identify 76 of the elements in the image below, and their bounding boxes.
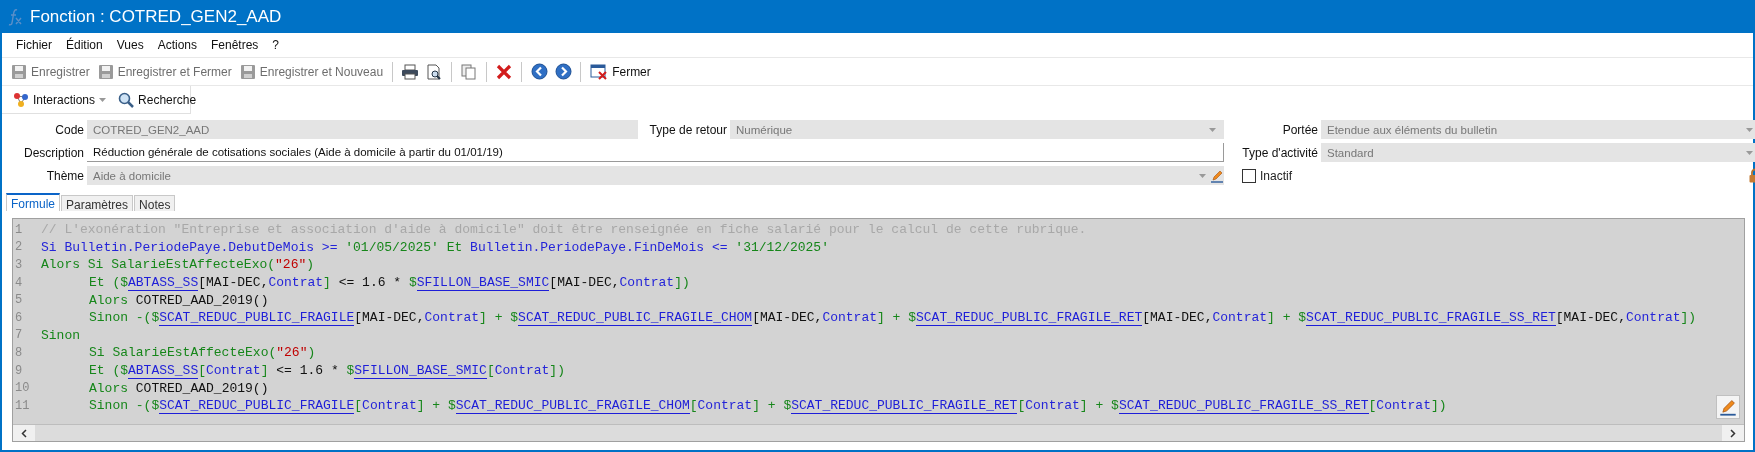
- scroll-right-button[interactable]: [1722, 425, 1744, 441]
- floppy-icon: [239, 63, 256, 80]
- line-number: 8: [14, 345, 24, 360]
- code-editor[interactable]: [13, 219, 1744, 424]
- tab[interactable]: Paramètres: [61, 195, 134, 211]
- function-icon: [8, 7, 24, 26]
- code-line: Sinon: [40, 327, 80, 343]
- preview-icon: [426, 63, 443, 80]
- activity-type-dropdown[interactable]: Standard: [1321, 143, 1755, 162]
- menu-item[interactable]: Édition: [60, 36, 111, 54]
- arrow-left-icon: [530, 63, 548, 80]
- line-number: 4: [14, 275, 24, 290]
- scope-dropdown[interactable]: Etendue aux éléments du bulletin: [1321, 120, 1755, 139]
- chevron-left-icon: [21, 428, 27, 438]
- floppy-icon: [97, 63, 114, 80]
- edit-button[interactable]: [1716, 395, 1740, 419]
- close-button[interactable]: Fermer: [587, 60, 654, 83]
- dropdown-caret-icon: [1746, 150, 1753, 155]
- caret-icon: [99, 97, 107, 102]
- line-number: 1: [14, 222, 24, 237]
- menu-item[interactable]: Actions: [151, 36, 205, 54]
- line-number: 10: [14, 381, 31, 396]
- line-number: 9: [14, 363, 24, 378]
- floppy-icon: [11, 63, 27, 80]
- dropdown-caret-icon: [1209, 127, 1216, 132]
- pencil-icon: [1719, 398, 1737, 416]
- line-number: 7: [14, 328, 24, 343]
- window-title: Fonction : COTRED_GEN2_AAD: [30, 6, 282, 27]
- field-label: Portée: [1281, 122, 1318, 137]
- tab[interactable]: Formule: [6, 193, 60, 211]
- menu-item[interactable]: ?: [266, 36, 288, 54]
- next-button[interactable]: [552, 60, 575, 83]
- line-number: 2: [14, 240, 24, 255]
- tab[interactable]: Notes: [134, 195, 176, 211]
- checkbox-label: Inactif: [1260, 168, 1293, 183]
- search-button[interactable]: Recherche: [115, 88, 200, 111]
- copy-icon: [461, 63, 478, 80]
- code-line: Et ($ABTASS_SS[MAI-DEC,Contrat] <= 1.6 * $SFILLON_BASE_SMIC[MAI-DEC,Contrat]): [88, 275, 690, 291]
- code-field[interactable]: COTRED_GEN2_AAD: [87, 120, 638, 139]
- return-type-dropdown[interactable]: Numérique: [730, 120, 1224, 139]
- previous-button[interactable]: [528, 60, 551, 83]
- code-line: Alors COTRED_AAD_2019(): [88, 292, 269, 308]
- line-number: 6: [14, 310, 24, 325]
- field-label: Thème: [45, 168, 84, 183]
- field-label: Code: [54, 122, 84, 137]
- line-number: 11: [14, 398, 31, 413]
- description-field[interactable]: Réduction générale de cotisations sociales (Aide à domicile à partir du 01/01/19): [87, 143, 1224, 162]
- line-number: 5: [14, 293, 24, 308]
- code-line: Si Bulletin.PeriodePaye.DebutDeMois >= '01/05/2025' Et Bulletin.PeriodePaye.FinDeMois <= '31/12/2025': [40, 239, 829, 255]
- theme-dropdown[interactable]: Aide à domicile: [87, 166, 1224, 185]
- nodes-icon: [13, 91, 29, 108]
- chevron-right-icon: [1730, 428, 1736, 438]
- field-label: Type d'activité: [1242, 145, 1318, 160]
- code-line: Sinon -($SCAT_REDUC_PUBLIC_FRAGILE[Contrat] + $SCAT_REDUC_PUBLIC_FRAGILE_CHOM[Contrat] + $SCAT_REDUC_PUBLIC_FRAGILE_RET[Contrat] + $SCAT_REDUC_PUBLIC_FRAGILE_SS_RET[Contrat]): [88, 398, 1447, 414]
- field-label: Description: [22, 145, 84, 160]
- close-icon: [496, 63, 513, 80]
- code-line: Alors COTRED_AAD_2019(): [88, 380, 269, 396]
- code-line: Et ($ABTASS_SS[Contrat] <= 1.6 * $SFILLON_BASE_SMIC[Contrat]): [88, 363, 565, 379]
- window-close-icon: [590, 63, 609, 80]
- search-icon: [118, 91, 135, 108]
- interactions-button[interactable]: Interactions: [10, 88, 110, 111]
- code-line: Sinon -($SCAT_REDUC_PUBLIC_FRAGILE[MAI-DEC,Contrat] + $SCAT_REDUC_PUBLIC_FRAGILE_CHOM[MAI-DEC,Contrat] + $SCAT_REDUC_PUBLIC_FRAGILE_RET[MAI-DEC,Contrat] + $SCAT_REDUC_PUBLIC_FRAGILE_SS_RET[MAI-DEC,Contrat]): [88, 310, 1697, 326]
- field-label: Type de retour: [648, 122, 727, 137]
- scroll-left-button[interactable]: [13, 425, 35, 441]
- menu-item[interactable]: Fichier: [10, 36, 60, 54]
- dropdown-caret-icon: [1199, 173, 1206, 178]
- code-line: Si SalarieEstAffecteExo("26"): [88, 345, 316, 361]
- menu-item[interactable]: Vues: [110, 36, 152, 54]
- horizontal-scrollbar[interactable]: [13, 424, 1744, 441]
- code-line: Alors Si SalarieEstAffecteExo("26"): [40, 257, 315, 273]
- dropdown-caret-icon: [1746, 127, 1753, 132]
- menu-item[interactable]: Fenêtres: [205, 36, 267, 54]
- pencil-icon[interactable]: [1210, 168, 1224, 183]
- printer-icon: [401, 63, 420, 80]
- line-number: 3: [14, 258, 24, 272]
- arrow-right-icon: [554, 63, 572, 80]
